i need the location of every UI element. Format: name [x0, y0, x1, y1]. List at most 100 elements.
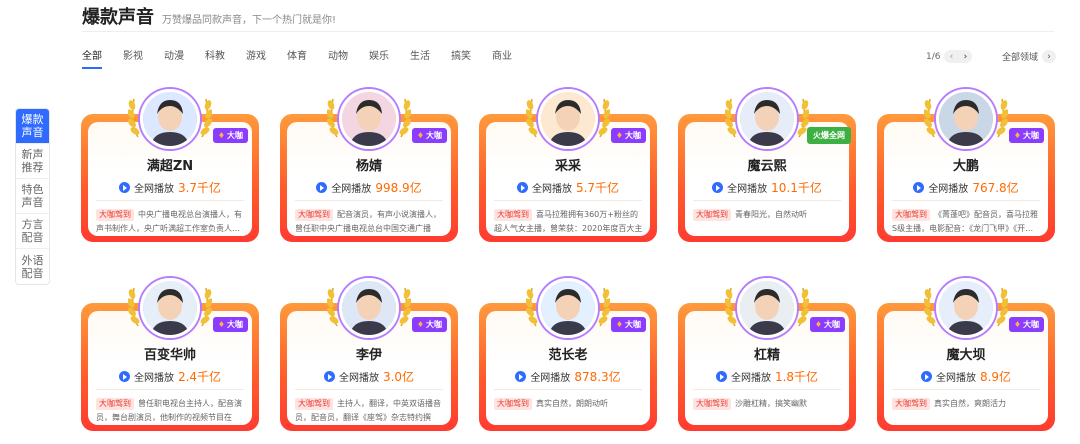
play-icon[interactable] — [715, 371, 727, 382]
side-nav: 爆款 声音 新声 推荐 特色 声音 方言 配音 外语 配音 — [15, 108, 50, 285]
fire-icon: ♦ — [416, 320, 424, 329]
card-body: ♦ 大咖 采采 全网播放 5.7千亿 大咖驾到 喜马拉雅拥有360万+粉丝的超人气女主播，曾… — [486, 89, 650, 236]
tab-item[interactable]: 动漫 — [164, 47, 184, 62]
tab-item[interactable]: 影视 — [123, 47, 143, 62]
next-page-button[interactable]: › — [958, 50, 972, 63]
avatar-portrait — [740, 281, 794, 335]
tab-item[interactable]: 娱乐 — [369, 47, 389, 62]
fire-icon: ♦ — [217, 320, 225, 329]
sidenav-item[interactable]: 方言 配音 — [16, 214, 49, 249]
voice-card[interactable]: 火爆全网 魔云熙 全网播放 10.1千亿 大咖驾到 青春阳光，自然动听 — [678, 89, 856, 242]
all-fields-link[interactable]: 全部领域 › — [1002, 50, 1057, 63]
badge-label: 大咖 — [227, 131, 243, 140]
voice-description: 大咖驾到配音演员，有声小说演播人，曾任职中央广播电视总台中国交通广播《… — [295, 208, 445, 236]
prev-page-button[interactable]: ‹ — [944, 50, 958, 63]
laurel-icon — [399, 98, 411, 138]
voice-description: 大咖驾到 沙雕杠精，搞笑幽默 — [693, 397, 843, 425]
voice-description: 大咖驾到 《菁蓬吧》配音员，喜马拉雅S级主播，电影配音：《龙门飞甲》《开… — [892, 208, 1042, 236]
section-title: 爆款声音 — [82, 7, 154, 28]
badge-label: 大咖 — [1023, 320, 1039, 329]
tab-item[interactable]: 动物 — [328, 47, 348, 62]
voice-card[interactable]: ♦ 大咖 李伊 全网播放 3.0亿 大咖驾到 主持人，翻译，中英双语播音员，配音员，翻译《座… — [280, 278, 458, 431]
avatar[interactable] — [737, 89, 797, 149]
avatar[interactable] — [737, 278, 797, 338]
avatar[interactable] — [538, 278, 598, 338]
vip-tag: 大咖驾到 — [892, 209, 930, 221]
description-text: 青春阳光，自然动听 — [735, 210, 807, 219]
play-icon[interactable] — [515, 371, 527, 382]
sidenav-item[interactable]: 特色 声音 — [16, 179, 49, 214]
voice-card[interactable]: ♦ 大咖大鹏全网播放 767.8亿大咖驾到 《菁蓬吧》配音员，喜马拉雅S级主播，电影配… — [877, 89, 1055, 242]
card-body: ♦ 大咖 李伊 全网播放 3.0亿 大咖驾到 主持人，翻译，中英双语播音员，配音员，翻译《座… — [287, 278, 451, 425]
play-count: 全网播放 767.8亿 — [884, 179, 1048, 196]
avatar-portrait — [939, 281, 993, 335]
play-icon[interactable] — [913, 182, 925, 193]
voice-card[interactable]: ♦ 大咖 采采 全网播放 5.7千亿 大咖驾到 喜马拉雅拥有360万+粉丝的超人气女主播，曾… — [479, 89, 657, 242]
tab-item[interactable]: 全部 — [82, 47, 102, 69]
tab-item[interactable]: 体育 — [287, 47, 307, 62]
tab-item[interactable]: 科教 — [205, 47, 225, 62]
play-icon[interactable] — [316, 182, 328, 193]
sidenav-item[interactable]: 新声 推荐 — [16, 144, 49, 179]
tab-item[interactable]: 生活 — [410, 47, 430, 62]
vip-badge: ♦ 大咖 — [1008, 128, 1044, 143]
laurel-icon — [399, 287, 411, 327]
sidenav-item[interactable]: 爆款 声音 — [16, 109, 49, 144]
voice-name: 魔大坝 — [946, 348, 986, 363]
play-icon[interactable] — [920, 371, 932, 382]
avatar[interactable] — [538, 89, 598, 149]
voice-card[interactable]: ♦ 大咖 满超ZN 全网播放 3.7千亿 大咖驾到 中央广播电视总台演播人，有声书制作人，央… — [81, 89, 259, 242]
play-count-value: 767.8亿 — [972, 181, 1019, 195]
card-divider — [892, 200, 1040, 201]
voice-card[interactable]: ♦ 大咖 魔大坝 全网播放 8.9亿 大咖驾到 真实自然，爽朗活力 — [877, 278, 1055, 431]
tab-item[interactable]: 游戏 — [246, 47, 266, 62]
play-count-value: 1.8千亿 — [774, 370, 819, 384]
fire-icon: ♦ — [1013, 320, 1021, 329]
card-body: ♦ 大咖 魔大坝 全网播放 8.9亿 大咖驾到 真实自然，爽朗活力 — [884, 278, 1048, 425]
card-body: ♦ 大咖 杠精 全网播放 1.8千亿 大咖驾到 沙雕杠精，搞笑幽默 — [685, 278, 849, 425]
play-count-value: 8.9亿 — [979, 370, 1012, 384]
voice-name: 魔云熙 — [747, 159, 787, 174]
voice-name: 满超ZN — [146, 159, 194, 174]
fire-icon: ♦ — [615, 320, 623, 329]
avatar[interactable] — [339, 278, 399, 338]
vip-badge: ♦ 大咖 — [809, 317, 845, 332]
voice-card[interactable]: ♦ 大咖 杨婧 全网播放 998.9亿 大咖驾到 配音演员，有声小说演播人，曾任职中央广播电… — [280, 89, 458, 242]
voice-description: 大咖驾到 中央广播电视总台演播人，有声书制作人，央广听满超工作室负责人… — [96, 208, 246, 236]
play-icon[interactable] — [712, 182, 724, 193]
play-icon[interactable] — [118, 182, 130, 193]
play-count: 全网播放 5.7千亿 — [486, 179, 650, 196]
avatar[interactable] — [140, 89, 200, 149]
voice-description: 大咖驾到曾任职电视台主持人，配音演员，舞台剧演员，他制作的视频节目在全… — [96, 397, 246, 425]
vip-badge: ♦ 大咖 — [411, 128, 447, 143]
card-divider — [96, 389, 244, 390]
avatar[interactable] — [339, 89, 399, 149]
vip-tag: 大咖驾到 — [892, 398, 930, 410]
voice-card[interactable]: ♦ 大咖 百变华帅 全网播放 2.4千亿 大咖驾到 曾任职电视台主持人，配音演员，舞台剧演员… — [81, 278, 259, 431]
play-count: 全网播放 3.0亿 — [287, 368, 451, 385]
sidenav-item[interactable]: 外语 配音 — [16, 249, 49, 284]
play-count-value: 2.4千亿 — [177, 370, 222, 384]
avatar-portrait — [143, 92, 197, 146]
laurel-icon — [598, 287, 610, 327]
hot-badge: 火爆全网 — [807, 127, 851, 144]
play-icon[interactable] — [323, 371, 335, 382]
avatar[interactable] — [140, 278, 200, 338]
badge-label: 大咖 — [426, 131, 442, 140]
play-icon[interactable] — [516, 182, 528, 193]
card-body: 火爆全网 魔云熙 全网播放 10.1千亿 大咖驾到 青春阳光，自然动听 — [685, 89, 851, 236]
fire-icon: ♦ — [416, 131, 424, 140]
vip-tag: 大咖驾到 — [96, 209, 134, 221]
play-icon[interactable] — [118, 371, 130, 382]
avatar-frame — [526, 278, 610, 340]
avatar-frame — [128, 278, 212, 340]
card-body: ♦ 大咖 满超ZN 全网播放 3.7千亿 大咖驾到 中央广播电视总台演播人，有声书制作人，央… — [88, 89, 252, 236]
avatar[interactable] — [936, 278, 996, 338]
tab-item[interactable]: 搞笑 — [451, 47, 471, 62]
card-body: ♦ 大咖 范长老 全网播放 878.3亿 大咖驾到 真实自然，朗朗动听 — [486, 278, 650, 425]
tab-item[interactable]: 商业 — [492, 47, 512, 62]
avatar[interactable] — [936, 89, 996, 149]
voice-card[interactable]: ♦ 大咖 杠精 全网播放 1.8千亿 大咖驾到 沙雕杠精，搞笑幽默 — [678, 278, 856, 431]
voice-name: 大鹏 — [952, 159, 979, 174]
voice-card[interactable]: ♦ 大咖 范长老 全网播放 878.3亿 大咖驾到 真实自然，朗朗动听 — [479, 278, 657, 431]
